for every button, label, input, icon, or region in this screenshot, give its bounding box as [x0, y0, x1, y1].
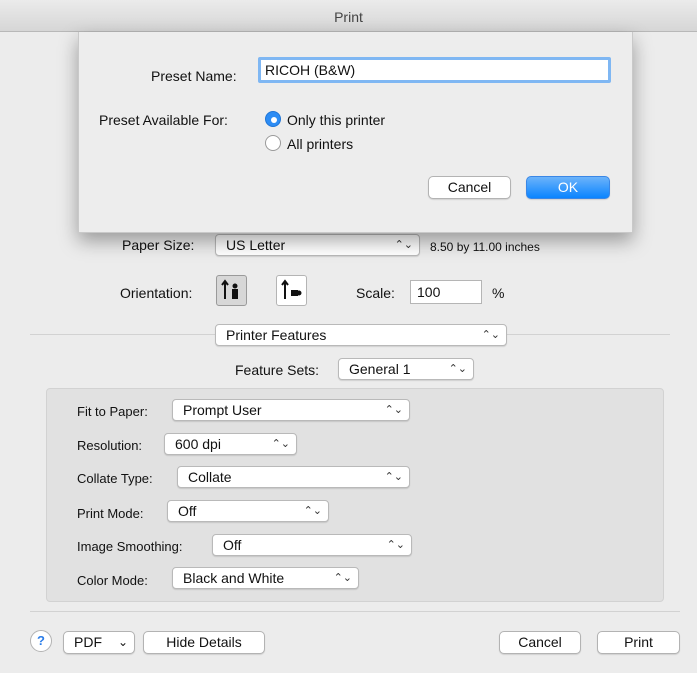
paper-size-label: Paper Size: — [122, 237, 195, 253]
only-this-printer-label: Only this printer — [287, 112, 386, 128]
save-preset-sheet: Preset Name: RICOH (B&W) Preset Availabl… — [78, 32, 633, 233]
popup-arrows-icon: ⌃⌄ — [271, 438, 290, 450]
hide-details-button[interactable]: Hide Details — [143, 631, 265, 654]
only-this-printer-radio[interactable] — [265, 111, 281, 127]
popup-arrows-icon: ⌃⌄ — [448, 363, 467, 375]
resolution-popup[interactable]: 600 dpi ⌃⌄ — [164, 433, 297, 455]
pdf-label: PDF — [74, 634, 102, 650]
print-mode-label: Print Mode: — [77, 506, 144, 521]
resolution-label: Resolution: — [77, 438, 143, 453]
footer-separator — [30, 611, 680, 612]
fit-to-paper-value: Prompt User — [183, 402, 262, 418]
popup-arrows-icon: ⌃⌄ — [384, 404, 403, 416]
landscape-orientation-icon — [281, 279, 302, 299]
color-mode-value: Black and White — [183, 570, 285, 586]
resolution-value: 600 dpi — [175, 436, 221, 452]
window-title: Print — [0, 0, 697, 32]
popup-arrows-icon: ⌃⌄ — [481, 329, 500, 341]
scale-label: Scale: — [356, 285, 395, 301]
feature-sets-label: Feature Sets: — [235, 362, 320, 378]
image-smoothing-value: Off — [223, 537, 242, 553]
pdf-menu-button[interactable]: PDF ⌄ — [63, 631, 135, 654]
preset-name-input[interactable]: RICOH (B&W) — [258, 57, 611, 83]
print-mode-popup[interactable]: Off ⌃⌄ — [167, 500, 329, 522]
cancel-print-button[interactable]: Cancel — [499, 631, 581, 654]
section-popup-value: Printer Features — [226, 327, 327, 343]
help-icon[interactable]: ? — [30, 630, 52, 652]
feature-sets-popup[interactable]: General 1 ⌃⌄ — [338, 358, 474, 380]
portrait-orientation-icon — [221, 279, 238, 299]
section-popup[interactable]: Printer Features ⌃⌄ — [215, 324, 507, 346]
color-mode-label: Color Mode: — [77, 573, 148, 588]
all-printers-label: All printers — [287, 136, 354, 152]
popup-arrows-icon: ⌃⌄ — [386, 539, 405, 551]
print-button[interactable]: Print — [597, 631, 680, 654]
all-printers-radio[interactable] — [265, 135, 281, 151]
collate-type-label: Collate Type: — [77, 471, 153, 486]
print-mode-value: Off — [178, 503, 197, 519]
paper-size-dimensions: 8.50 by 11.00 inches — [430, 240, 540, 254]
portrait-orientation-button[interactable] — [216, 275, 247, 306]
sheet-ok-button[interactable]: OK — [526, 176, 610, 199]
popup-arrows-icon: ⌃⌄ — [333, 572, 352, 584]
paper-size-popup[interactable]: US Letter ⌃⌄ — [215, 234, 420, 256]
scale-input[interactable]: 100 — [410, 280, 482, 304]
fit-to-paper-popup[interactable]: Prompt User ⌃⌄ — [172, 399, 410, 421]
feature-sets-value: General 1 — [349, 361, 411, 377]
fit-to-paper-label: Fit to Paper: — [77, 404, 148, 419]
paper-size-value: US Letter — [226, 237, 286, 253]
collate-type-popup[interactable]: Collate ⌃⌄ — [177, 466, 410, 488]
popup-arrows-icon: ⌃⌄ — [303, 505, 322, 517]
landscape-orientation-button[interactable] — [276, 275, 307, 306]
chevron-down-icon: ⌄ — [117, 635, 128, 649]
image-smoothing-popup[interactable]: Off ⌃⌄ — [212, 534, 412, 556]
color-mode-popup[interactable]: Black and White ⌃⌄ — [172, 567, 359, 589]
image-smoothing-label: Image Smoothing: — [77, 539, 183, 554]
preset-available-label: Preset Available For: — [99, 112, 228, 128]
preset-name-label: Preset Name: — [151, 68, 237, 84]
collate-type-value: Collate — [188, 469, 232, 485]
sheet-cancel-button[interactable]: Cancel — [428, 176, 511, 199]
popup-arrows-icon: ⌃⌄ — [394, 239, 413, 251]
scale-unit: % — [492, 285, 505, 301]
orientation-label: Orientation: — [120, 285, 193, 301]
popup-arrows-icon: ⌃⌄ — [384, 471, 403, 483]
